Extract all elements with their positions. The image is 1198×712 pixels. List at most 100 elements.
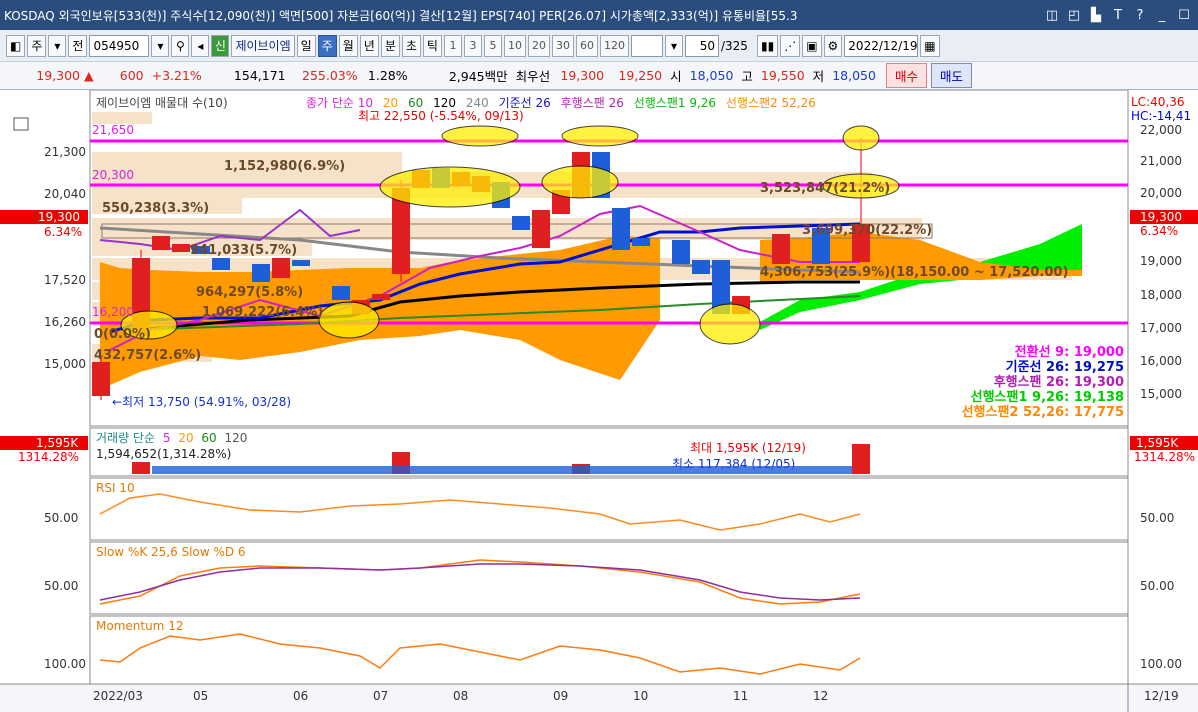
sell-button[interactable]: 매도 (930, 63, 972, 88)
ytick-left: 15,000 (44, 357, 86, 371)
tab-month[interactable]: 월 (338, 34, 358, 57)
vp-label: 1,152,980(6.9%) (224, 159, 345, 174)
left-axis: 21,300 20,040 17,520 16,260 15,000 (44, 145, 86, 371)
tab-week[interactable]: 주 (317, 34, 337, 57)
ytick: 21,000 (1140, 154, 1182, 168)
legend-ma60: 60 (408, 96, 423, 110)
stoch-tick-left: 50.00 (44, 579, 78, 593)
font-icon[interactable]: T (1110, 8, 1126, 23)
ytick: 18,000 (1140, 288, 1182, 302)
code-dropdown-icon[interactable]: ▾ (151, 34, 170, 57)
volume-legend: 거래량 단순 5 20 60 120 (96, 431, 247, 445)
tab-tick[interactable]: 틱 (422, 34, 442, 57)
volume-current: 1,594,652(1,314.28%) (96, 447, 231, 461)
legend-ma20: 20 (383, 96, 398, 110)
toolbar: ◧ 주 ▾ 전 054950 ▾ ⚲ ◂ 신 제이브이엠 일 주 월 년 분 초… (0, 30, 1198, 62)
current-price: 19,300 (36, 68, 80, 83)
speaker-icon[interactable]: ◂ (191, 34, 210, 57)
left-volume-tag: 1,595K (36, 436, 79, 450)
legend-leading-span1: 선행스팬1 9,26 (634, 95, 716, 110)
ask-price: 19,300 (560, 68, 605, 83)
vp-label: 550,238(3.3%) (102, 201, 209, 216)
legend-leading-span2: 선행스팬2 52,26 (726, 95, 816, 110)
volume-max-label: 최대 1,595K (12/19) (690, 441, 806, 455)
lc-label: LC:40,36 (1131, 95, 1184, 109)
custom-interval-input[interactable] (630, 34, 663, 57)
interval-30[interactable]: 30 (551, 34, 574, 57)
stock-code-input[interactable]: 054950 (89, 34, 150, 57)
pin-icon[interactable]: ▙ (1088, 8, 1104, 23)
interval-1[interactable]: 1 (443, 34, 462, 57)
menu-icon[interactable]: ◧ (6, 34, 26, 57)
chart-area[interactable]: 제이브이엠 매물대 수(10) 종가 단순 10 20 60 120 240 기… (0, 90, 1198, 712)
interval-60[interactable]: 60 (575, 34, 598, 57)
total-count: /325 (720, 38, 748, 53)
maximize-button[interactable]: ☐ (1176, 8, 1192, 23)
high-label: 고 (741, 69, 753, 84)
momentum-legend: Momentum 12 (96, 619, 183, 633)
change-value: 600 (119, 68, 144, 83)
interval-5[interactable]: 5 (483, 34, 502, 57)
ytick: 15,000 (1140, 387, 1182, 401)
ichimoku-value: 기준선 26: 19,275 (1006, 359, 1124, 375)
tab-day[interactable]: 일 (296, 34, 316, 57)
best-quote-label: 최우선 (515, 69, 551, 84)
legend-ma: 종가 단순 10 20 60 120 240 기준선 26 후행스팬 26 선행… (306, 95, 816, 110)
xtick-right: 12/19 (1144, 689, 1179, 703)
period-select[interactable]: 주 (27, 34, 47, 57)
help-icon[interactable]: ? (1132, 8, 1148, 23)
xtick: 07 (373, 689, 388, 703)
chevron-down-icon[interactable]: ▾ (48, 34, 67, 57)
interval-20[interactable]: 20 (527, 34, 550, 57)
xtick: 09 (553, 689, 568, 703)
ytick-left: 16,260 (44, 315, 86, 329)
hline-label: 21,650 (92, 123, 134, 137)
count-input[interactable]: 50 (684, 34, 719, 57)
date-input[interactable]: 2022/12/19 (844, 34, 919, 57)
calendar-icon[interactable]: ▦ (920, 34, 940, 57)
title-text: KOSDAQ 외국인보유[533(천)] 주식수[12,090(천)] 액면[5… (4, 8, 798, 23)
interval-120[interactable]: 120 (599, 34, 629, 57)
interval-dropdown-icon[interactable]: ▾ (664, 34, 683, 57)
turnover: 1.28% (367, 68, 408, 83)
grid-icon[interactable] (13, 117, 29, 131)
low-price: 18,050 (832, 68, 876, 83)
interval-3[interactable]: 3 (463, 34, 482, 57)
xtick: 11 (733, 689, 748, 703)
volume-ratio: 255.03% (302, 68, 358, 83)
quote-bar: 19,300 ▲ 600 +3.21% 154,171 255.03% 1.28… (0, 62, 1198, 90)
right-volume-tag: 1,595K (1136, 436, 1179, 450)
ichimoku-value: 후행스팬 26: 19,300 (994, 374, 1124, 390)
tab-year[interactable]: 년 (359, 34, 379, 57)
candle-icon[interactable]: ▮▮ (756, 34, 779, 57)
ytick: 17,000 (1140, 321, 1182, 335)
interval-10[interactable]: 10 (503, 34, 526, 57)
popup-icon[interactable]: ◰ (1066, 8, 1082, 23)
ytick-left: 21,300 (44, 145, 86, 159)
legend-lagging-span: 후행스팬 26 (561, 95, 624, 110)
layout-icon[interactable]: ◫ (1044, 8, 1060, 23)
prev-button[interactable]: 전 (68, 34, 88, 57)
vp-label: 1,069,222(6.4%) (202, 305, 323, 320)
volume-value: 154,171 (233, 68, 286, 83)
buy-button[interactable]: 매수 (885, 63, 927, 88)
gear-icon[interactable]: ⚙ (823, 34, 843, 57)
save-icon[interactable]: ▣ (802, 34, 822, 57)
tab-minute[interactable]: 분 (380, 34, 400, 57)
minimize-button[interactable]: _ (1154, 8, 1170, 23)
up-arrow-icon: ▲ (84, 68, 94, 83)
left-pct-tag: 6.34% (44, 225, 82, 239)
high-price: 19,550 (760, 68, 805, 83)
xtick: 05 (193, 689, 208, 703)
search-icon[interactable]: ⚲ (171, 34, 190, 57)
ytick-left: 20,040 (44, 187, 86, 201)
xtick: 10 (633, 689, 648, 703)
new-icon[interactable]: 신 (211, 34, 230, 57)
trade-amount: 2,945백만 (448, 69, 508, 84)
trend-icon[interactable]: ⋰ (780, 34, 801, 57)
left-price-tag: 19,300 (38, 210, 80, 224)
xtick: 08 (453, 689, 468, 703)
min-label: ←최저 13,750 (54.91%, 03/28) (112, 395, 291, 409)
tab-second[interactable]: 초 (401, 34, 421, 57)
rsi-legend: RSI 10 (96, 481, 135, 495)
